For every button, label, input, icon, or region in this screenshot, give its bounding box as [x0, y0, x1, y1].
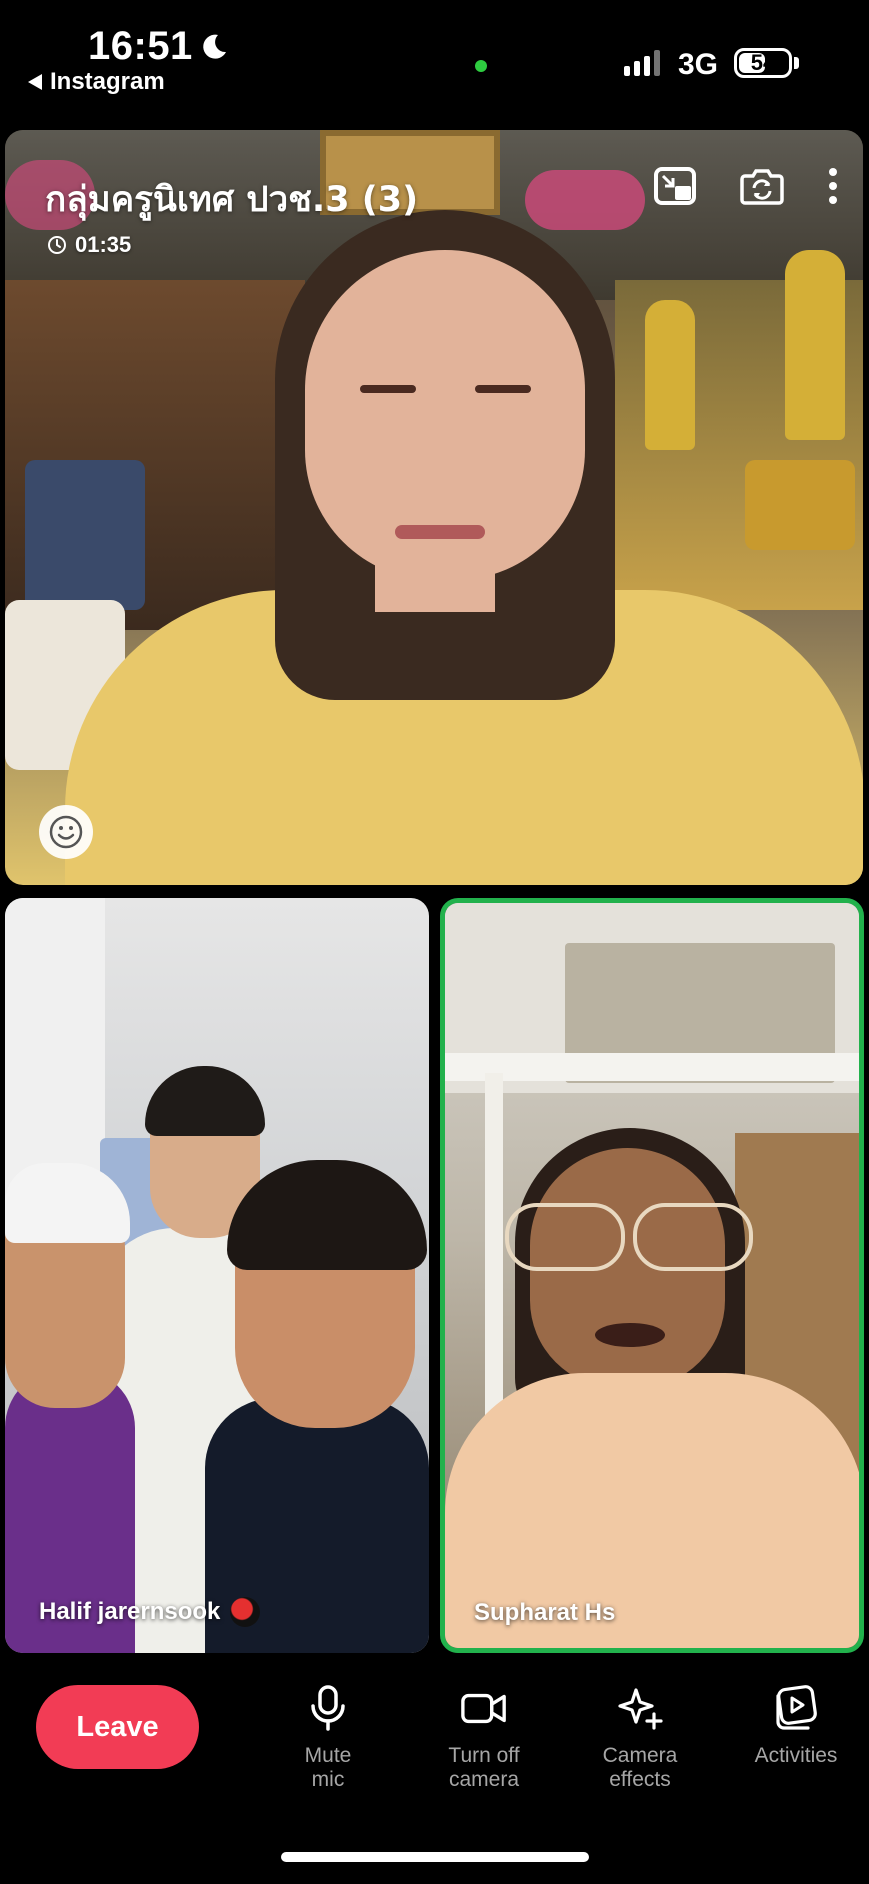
back-triangle-icon	[28, 74, 42, 90]
back-app-label: Instagram	[50, 68, 165, 95]
battery-percent: 54	[750, 50, 776, 75]
activities-label: Activities	[754, 1744, 838, 1767]
participant-tile-supharat[interactable]: Supharat Hs	[440, 898, 864, 1653]
mute-mic-label: Mute mic	[304, 1744, 352, 1791]
home-indicator[interactable]	[281, 1852, 589, 1862]
participant-name-label: Supharat Hs	[474, 1599, 615, 1627]
more-icon[interactable]	[827, 166, 839, 206]
activities-icon	[776, 1685, 817, 1730]
camera-in-use-indicator	[475, 60, 487, 72]
reaction-button[interactable]	[39, 805, 93, 859]
participant-name: Supharat Hs	[474, 1599, 616, 1626]
recording-dot-icon	[230, 1597, 261, 1627]
participant-name-label: Halif jarernsook	[39, 1597, 261, 1627]
emoji-icon	[49, 815, 83, 849]
status-bar: 16:51 Instagram 3G 54	[0, 0, 869, 120]
signal-icon	[624, 50, 660, 76]
microphone-icon	[311, 1685, 345, 1731]
battery-icon: 54	[734, 48, 792, 78]
participant-video-feed	[5, 898, 429, 1653]
flip-camera-icon[interactable]	[739, 166, 785, 206]
call-title: กลุ่มครูนิเทศ ปวช.3 (3)	[45, 180, 419, 220]
turn-off-camera-button[interactable]: Turn off camera	[409, 1684, 559, 1792]
mute-mic-button[interactable]: Mute mic	[253, 1684, 403, 1792]
time-label: 16:51	[88, 24, 193, 68]
battery-tip	[794, 57, 799, 69]
sparkles-icon	[618, 1688, 663, 1730]
call-timer-value: 01:35	[75, 232, 132, 257]
call-top-actions	[653, 166, 839, 206]
clock-icon	[48, 236, 66, 254]
call-controls: Leave Mute mic Turn off camera Camera ef…	[0, 1660, 869, 1884]
turn-off-camera-label: Turn off camera	[448, 1744, 520, 1791]
camera-effects-button[interactable]: Camera effects	[565, 1684, 715, 1792]
network-type: 3G	[678, 48, 719, 81]
moon-icon	[203, 34, 226, 59]
activities-button[interactable]: Activities	[721, 1684, 869, 1768]
main-video-feed	[5, 130, 863, 885]
back-to-instagram-link[interactable]: Instagram	[28, 68, 165, 96]
participant-name: Halif jarernsook	[39, 1598, 221, 1625]
leave-button[interactable]: Leave	[36, 1685, 199, 1769]
video-camera-icon	[461, 1693, 506, 1724]
camera-effects-label: Camera effects	[602, 1744, 678, 1791]
participant-video-feed	[445, 903, 859, 1648]
status-time: 16:51	[88, 24, 229, 69]
main-video-tile[interactable]: กลุ่มครูนิเทศ ปวช.3 (3) 01:35	[5, 130, 863, 885]
picture-in-picture-icon[interactable]	[653, 166, 697, 206]
participant-tile-halif[interactable]: Halif jarernsook	[5, 898, 429, 1653]
call-timer: 01:35	[47, 232, 131, 258]
